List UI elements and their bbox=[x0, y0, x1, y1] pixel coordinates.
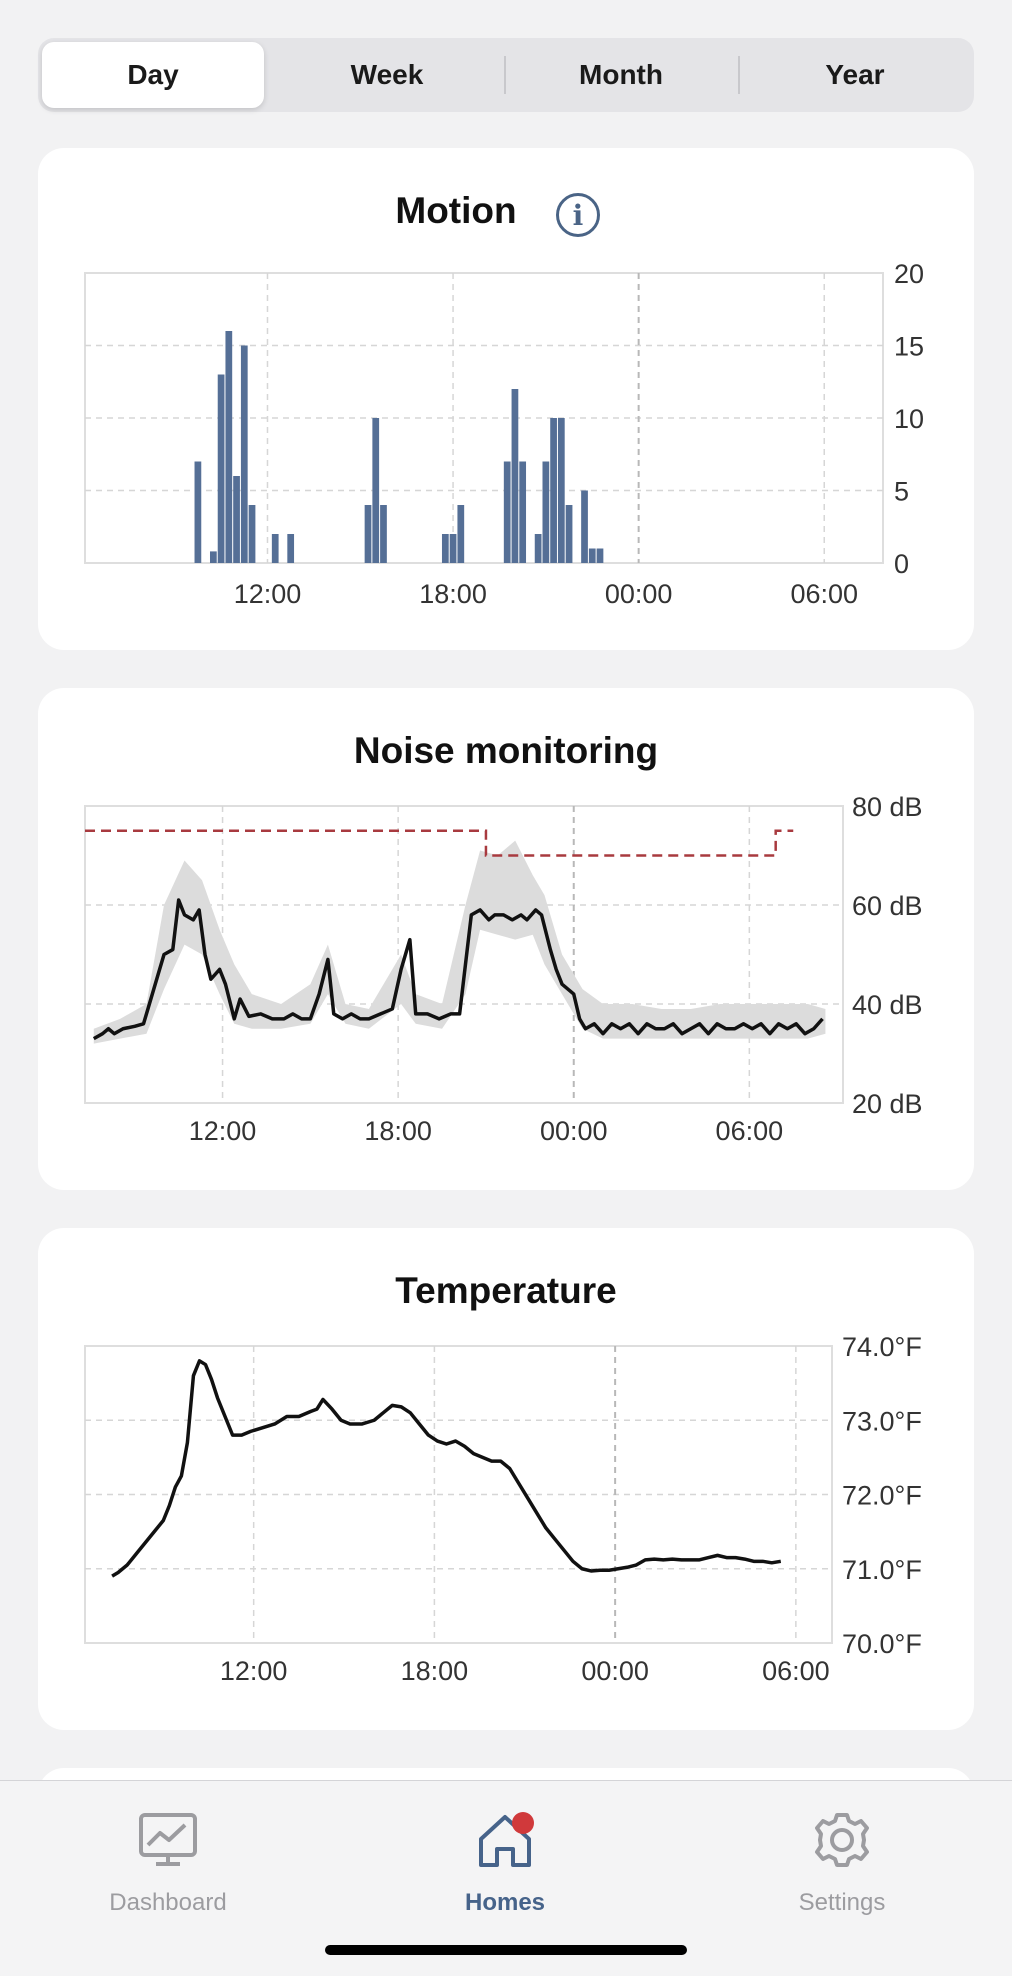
temperature-line bbox=[111, 1359, 782, 1578]
period-segmented-control: Day Week Month Year bbox=[38, 38, 974, 112]
motion-bar bbox=[503, 461, 511, 563]
motion-bar bbox=[511, 389, 519, 563]
motion-bar bbox=[565, 505, 573, 563]
y-tick-label: 5 bbox=[894, 477, 909, 507]
y-tick-label: 15 bbox=[894, 332, 924, 362]
tab-homes[interactable]: Homes bbox=[405, 1795, 605, 1916]
noise-threshold-line bbox=[85, 829, 794, 857]
y-tick-label: 72.0°F bbox=[842, 1481, 922, 1511]
motion-card: Motion i 20 15 10 5 0 12:00 18:00 00:00 06:00 bbox=[38, 148, 974, 650]
y-tick-label: 80 dB bbox=[852, 792, 923, 822]
motion-bar bbox=[225, 331, 233, 563]
segment-year[interactable]: Year bbox=[744, 42, 966, 108]
motion-bar bbox=[519, 461, 527, 563]
noise-chart: 80 dB 60 dB 40 dB 20 dB 12:00 18:00 00:00 06:00 bbox=[84, 792, 923, 1146]
motion-bar bbox=[271, 534, 279, 563]
y-tick-label: 73.0°F bbox=[842, 1406, 922, 1436]
dashboard-chart-icon bbox=[139, 1813, 197, 1866]
tab-homes-label: Homes bbox=[464, 1889, 546, 1916]
motion-bar bbox=[457, 505, 465, 563]
segment-divider bbox=[504, 56, 506, 94]
motion-bar bbox=[287, 534, 295, 563]
motion-bar bbox=[542, 461, 550, 563]
motion-bar bbox=[441, 534, 449, 563]
motion-bar bbox=[449, 534, 457, 563]
motion-bar bbox=[364, 505, 372, 563]
motion-bar bbox=[596, 548, 604, 563]
motion-bar bbox=[248, 505, 256, 563]
motion-bar bbox=[588, 548, 596, 563]
y-tick-label: 20 bbox=[894, 259, 924, 289]
motion-bar bbox=[557, 418, 565, 563]
segment-day[interactable]: Day bbox=[42, 42, 264, 108]
x-tick-label: 18:00 bbox=[419, 579, 487, 609]
home-indicator bbox=[325, 1945, 687, 1955]
y-tick-label: 71.0°F bbox=[842, 1555, 922, 1585]
temperature-card: Temperature 74.0°F 73.0°F 72.0°F 71.0°F 70.0… bbox=[38, 1228, 974, 1730]
x-tick-label: 12:00 bbox=[220, 1656, 288, 1686]
gear-icon bbox=[815, 1813, 869, 1867]
segment-divider bbox=[738, 56, 740, 94]
x-tick-label: 12:00 bbox=[234, 579, 302, 609]
x-tick-label: 00:00 bbox=[581, 1656, 649, 1686]
x-tick-label: 06:00 bbox=[762, 1656, 830, 1686]
x-tick-label: 06:00 bbox=[716, 1116, 784, 1146]
tab-dashboard[interactable]: Dashboard bbox=[68, 1795, 268, 1916]
home-icon bbox=[479, 1812, 534, 1867]
segment-month[interactable]: Month bbox=[510, 42, 732, 108]
x-tick-label: 00:00 bbox=[605, 579, 673, 609]
motion-bar bbox=[550, 418, 557, 563]
y-tick-label: 10 bbox=[894, 404, 924, 434]
motion-bar bbox=[372, 418, 380, 563]
noise-card: Noise monitoring 80 dB 60 dB 40 dB 20 dB 12:… bbox=[38, 688, 974, 1190]
y-tick-label: 20 dB bbox=[852, 1089, 923, 1119]
motion-bar bbox=[240, 345, 248, 563]
motion-bar bbox=[194, 461, 202, 563]
motion-bar bbox=[534, 534, 542, 563]
tab-settings-label: Settings bbox=[798, 1889, 886, 1916]
tab-dashboard-label: Dashboard bbox=[109, 1889, 227, 1916]
motion-bar bbox=[217, 374, 225, 563]
motion-chart: 20 15 10 5 0 12:00 18:00 00:00 06:00 bbox=[84, 259, 924, 609]
y-tick-label: 60 dB bbox=[852, 891, 923, 921]
x-tick-label: 00:00 bbox=[540, 1116, 608, 1146]
motion-bar bbox=[581, 490, 588, 563]
motion-bar bbox=[209, 551, 217, 563]
x-tick-label: 06:00 bbox=[790, 579, 858, 609]
x-tick-label: 12:00 bbox=[189, 1116, 257, 1146]
motion-bar bbox=[380, 505, 387, 563]
segment-week[interactable]: Week bbox=[276, 42, 498, 108]
x-tick-label: 18:00 bbox=[401, 1656, 469, 1686]
temperature-chart: 74.0°F 73.0°F 72.0°F 71.0°F 70.0°F 12:00 18:00… bbox=[84, 1332, 922, 1686]
y-tick-label: 70.0°F bbox=[842, 1629, 922, 1659]
x-tick-label: 18:00 bbox=[364, 1116, 432, 1146]
y-tick-label: 40 dB bbox=[852, 990, 923, 1020]
tab-settings[interactable]: Settings bbox=[742, 1795, 942, 1916]
motion-bar bbox=[233, 476, 240, 563]
y-tick-label: 74.0°F bbox=[842, 1332, 922, 1362]
y-tick-label: 0 bbox=[894, 549, 909, 579]
notification-badge bbox=[512, 1812, 534, 1834]
